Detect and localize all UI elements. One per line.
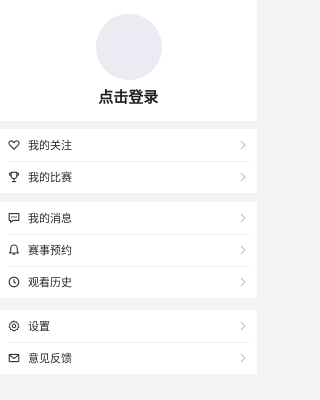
chevron-right-icon [239,353,247,363]
chevron-right-icon [239,140,247,150]
menu-group-system: 设置 意见反馈 [0,310,257,374]
menu-item-event-reservations[interactable]: 赛事预约 [0,234,257,266]
avatar[interactable] [96,14,162,80]
profile-header: 点击登录 [0,0,257,121]
message-icon [8,212,20,224]
bell-icon [8,244,20,256]
chevron-right-icon [239,277,247,287]
menu-item-label: 我的消息 [28,212,72,225]
menu-item-settings[interactable]: 设置 [0,310,257,342]
menu-item-label: 我的比赛 [28,171,72,184]
mail-icon [8,352,20,364]
heart-icon [8,139,20,151]
gear-icon [8,320,20,332]
menu-item-label: 我的关注 [28,139,72,152]
menu-item-my-messages[interactable]: 我的消息 [0,202,257,234]
chevron-right-icon [239,245,247,255]
login-button[interactable]: 点击登录 [0,86,257,107]
chevron-right-icon [239,213,247,223]
menu-item-label: 意见反馈 [28,352,72,365]
trophy-icon [8,171,20,183]
menu-item-feedback[interactable]: 意见反馈 [0,342,257,374]
clock-icon [8,276,20,288]
menu-item-label: 设置 [28,320,50,333]
menu-group-events: 我的消息 赛事预约 观看历史 [0,202,257,298]
menu-item-my-matches[interactable]: 我的比赛 [0,161,257,193]
menu-item-label: 赛事预约 [28,244,72,257]
menu-group-activity: 我的关注 我的比赛 [0,129,257,193]
chevron-right-icon [239,321,247,331]
menu-item-label: 观看历史 [28,276,72,289]
menu-item-watch-history[interactable]: 观看历史 [0,266,257,298]
chevron-right-icon [239,172,247,182]
menu-item-my-follows[interactable]: 我的关注 [0,129,257,161]
